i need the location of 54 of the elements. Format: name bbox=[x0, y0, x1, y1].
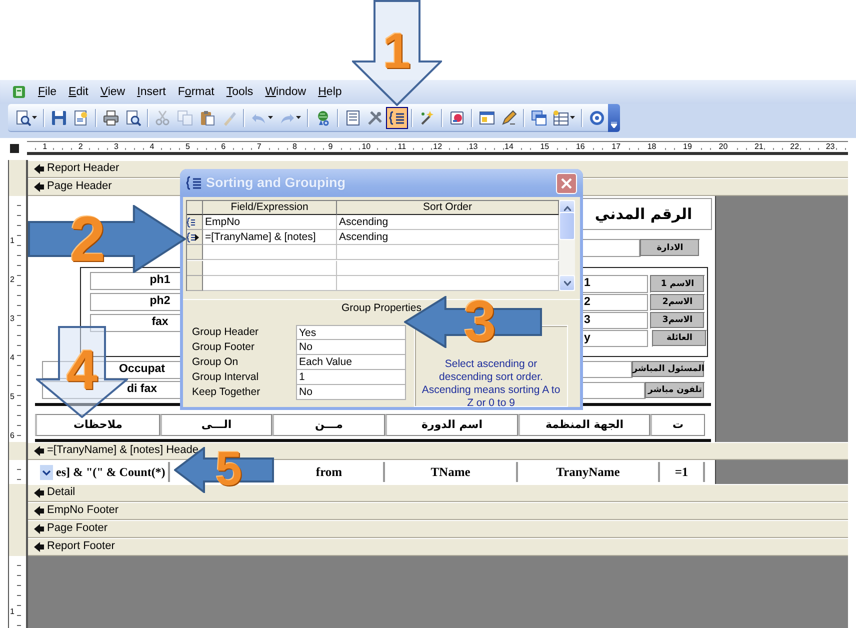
ruler-number: 15 bbox=[539, 142, 550, 152]
column-header: مـــن bbox=[272, 414, 385, 436]
ruler-number: 17 bbox=[610, 142, 622, 152]
ruler-number: 3 bbox=[113, 142, 120, 152]
ruler-number: 12 bbox=[432, 142, 444, 152]
field-label: المسئول المباشر bbox=[632, 361, 705, 378]
column-header: ت bbox=[650, 414, 705, 436]
column-header: الـــى bbox=[160, 414, 272, 436]
field-label: الاسم2 bbox=[650, 294, 705, 311]
ruler-number: 20 bbox=[718, 142, 729, 152]
ruler-number: 10 bbox=[360, 142, 372, 152]
text-box: 2 bbox=[582, 294, 648, 311]
ruler-number: 3 bbox=[10, 314, 14, 324]
ruler-number: 6 bbox=[10, 430, 14, 440]
field-label: الاسم3 bbox=[650, 312, 705, 329]
column-header: Field/Expression bbox=[203, 201, 337, 215]
ruler-number: 23 bbox=[824, 142, 836, 152]
text-box: y bbox=[582, 330, 648, 347]
ruler-number: 7 bbox=[256, 142, 262, 152]
column-header: الجهة المنظمة bbox=[518, 414, 650, 436]
ruler-number: 19 bbox=[682, 142, 693, 152]
ruler-number: 22 bbox=[789, 142, 800, 152]
field-label: العائلة bbox=[652, 330, 707, 347]
callout-number: 2 bbox=[70, 207, 106, 271]
ruler-number: 16 bbox=[574, 142, 586, 152]
ruler-number: 5 bbox=[10, 392, 14, 402]
ruler-number: 1 bbox=[10, 236, 14, 246]
ruler-number: 1 bbox=[42, 142, 48, 152]
ruler-number: 18 bbox=[646, 142, 658, 152]
ruler-number: 4 bbox=[10, 352, 14, 362]
column-header: ملاحظات bbox=[35, 414, 160, 436]
ruler-number: 9 bbox=[327, 142, 334, 152]
text-box: 1 bbox=[582, 275, 648, 293]
ruler-number: 8 bbox=[292, 142, 298, 152]
ruler-number: 11 bbox=[396, 142, 408, 152]
field-label: الاسم 1 bbox=[650, 275, 705, 293]
ruler-number: 21 bbox=[753, 142, 764, 152]
ruler-number: 14 bbox=[504, 142, 514, 152]
ruler-number: 6 bbox=[220, 142, 227, 152]
dialog-title: Sorting and Grouping bbox=[206, 174, 346, 192]
column-header: Sort Order bbox=[337, 201, 559, 215]
ruler-number: 1 bbox=[10, 607, 14, 617]
field-label: تلفون مباشر bbox=[645, 382, 705, 399]
text-box: 3 bbox=[582, 312, 648, 329]
ruler-number: 5 bbox=[184, 142, 191, 152]
field-label: الادارة bbox=[640, 239, 700, 257]
column-header: اسم الدورة bbox=[385, 414, 518, 436]
ruler-number: 13 bbox=[468, 142, 479, 152]
help-text: Select ascending or descending sort order. Ascending means sorting A to Z or 0 to 9 bbox=[420, 358, 562, 410]
ruler-number: 2 bbox=[77, 142, 84, 152]
callout-number: 1 bbox=[383, 26, 411, 76]
property-label: Group Footer bbox=[192, 340, 256, 355]
ruler-number: 4 bbox=[148, 142, 156, 152]
ruler-number: 2 bbox=[10, 274, 14, 284]
